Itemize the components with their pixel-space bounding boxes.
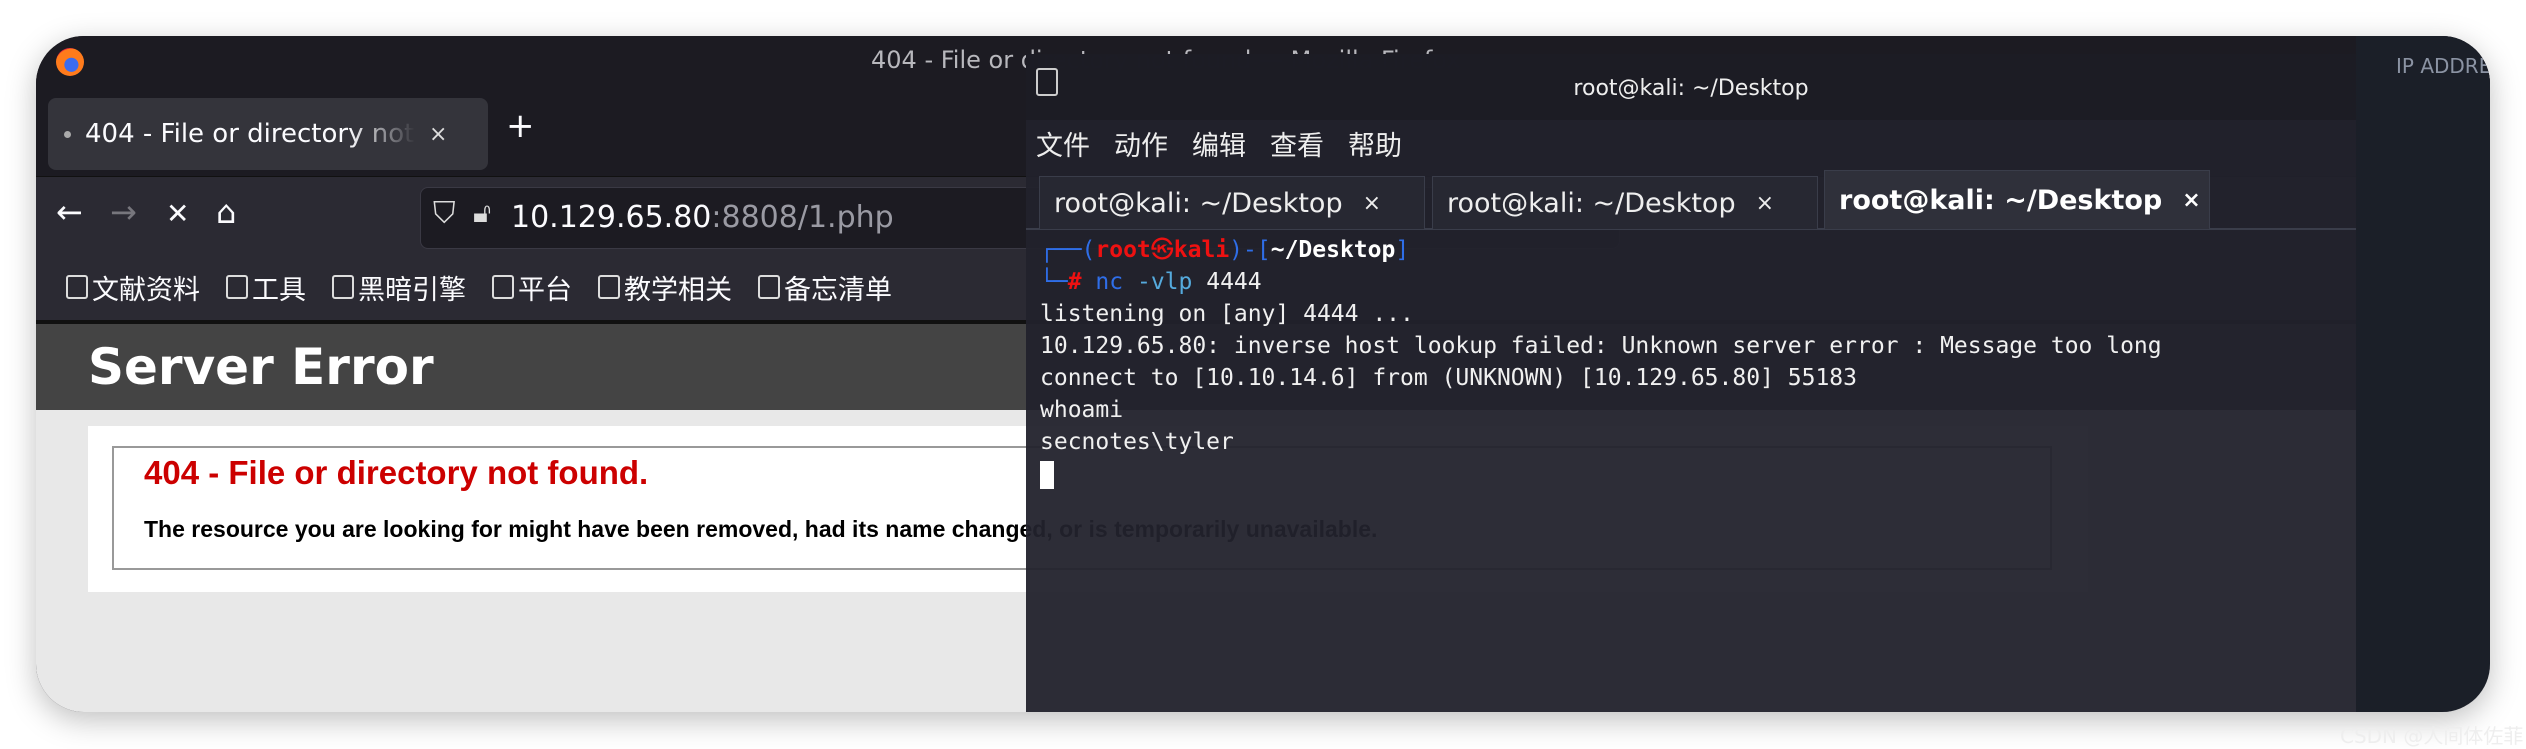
- bookmark-folder[interactable]: 平台: [492, 268, 572, 307]
- tab-label: root@kali: ~/Desktop: [1054, 187, 1343, 219]
- tab-label: root@kali: ~/Desktop: [1839, 184, 2163, 216]
- close-tab-icon[interactable]: ×: [1363, 191, 1381, 216]
- terminal-window: root@kali: ~/Desktop 文件 动作 编辑 查看 帮助 root…: [1026, 54, 2356, 712]
- firefox-logo-icon: [56, 48, 84, 76]
- folder-icon: [492, 275, 514, 299]
- url-text[interactable]: 10.129.65.80:8808/1.php: [511, 200, 894, 235]
- menu-file[interactable]: 文件: [1036, 124, 1090, 163]
- output-line: listening on [any] 4444 ...: [1040, 301, 1414, 327]
- bookmark-label: 工具: [252, 274, 306, 306]
- bookmark-label: 教学相关: [624, 274, 732, 306]
- desktop-window: 404 - File or directory not found — Mozi…: [36, 36, 2490, 712]
- close-tab-icon[interactable]: ×: [429, 122, 447, 147]
- page-title: Server Error: [88, 338, 434, 396]
- terminal-titlebar: root@kali: ~/Desktop: [1026, 54, 2356, 120]
- ip-address-label: IP ADDRES: [2396, 54, 2490, 78]
- bookmark-label: 黑暗引擎: [358, 274, 466, 306]
- back-icon[interactable]: ←: [56, 193, 83, 231]
- terminal-title: root@kali: ~/Desktop: [1573, 76, 1809, 101]
- prompt-symbol: #: [1067, 269, 1082, 295]
- error-title: 404 - File or directory not found.: [144, 454, 649, 491]
- tab-title: 404 - File or directory not found: [85, 119, 415, 149]
- bookmark-folder[interactable]: 工具: [226, 268, 306, 307]
- prompt-host: kali: [1173, 237, 1230, 263]
- stop-icon[interactable]: ✕: [166, 197, 189, 230]
- bookmark-folder[interactable]: 备忘清单: [758, 268, 892, 307]
- terminal-tab-2[interactable]: root@kali: ~/Desktop ×: [1432, 176, 1818, 230]
- shield-icon[interactable]: ⛉: [433, 196, 456, 231]
- output-line: whoami: [1040, 397, 1124, 423]
- folder-icon: [226, 275, 248, 299]
- terminal-tabs: root@kali: ~/Desktop × root@kali: ~/Deskt…: [1026, 168, 2356, 230]
- terminal-tab-1[interactable]: root@kali: ~/Desktop ×: [1039, 176, 1425, 230]
- folder-icon: [66, 275, 88, 299]
- forward-icon[interactable]: →: [110, 193, 137, 231]
- menu-actions[interactable]: 动作: [1114, 124, 1168, 163]
- prompt-line-2: └─# nc -vlp 4444: [1040, 269, 1262, 295]
- terminal-output[interactable]: ┌──(root㉿kali)-[~/Desktop] └─# nc -vlp 4…: [1040, 234, 2162, 490]
- new-tab-button[interactable]: +: [506, 106, 535, 146]
- bookmark-folder[interactable]: 文献资料: [66, 268, 200, 307]
- bookmark-folder[interactable]: 教学相关: [598, 268, 732, 307]
- bookmark-folder[interactable]: 黑暗引擎: [332, 268, 466, 307]
- output-line: 10.129.65.80: inverse host lookup failed…: [1040, 333, 2162, 359]
- url-path: :8808/1.php: [711, 200, 894, 235]
- menu-view[interactable]: 查看: [1270, 124, 1324, 163]
- prompt-line-1: ┌──(root㉿kali)-[~/Desktop]: [1040, 237, 1410, 263]
- command-port: 4444: [1206, 269, 1262, 295]
- close-tab-icon[interactable]: ×: [1756, 191, 1774, 216]
- prompt-path: ~/Desktop: [1270, 237, 1396, 263]
- bookmark-label: 平台: [518, 274, 572, 306]
- insecure-lock-icon[interactable]: 🔓︎: [473, 196, 491, 230]
- prompt-at: ㉿: [1150, 237, 1174, 263]
- terminal-menubar: 文件 动作 编辑 查看 帮助: [1036, 124, 1402, 163]
- terminal-tab-3[interactable]: root@kali: ~/Desktop ×: [1824, 170, 2210, 230]
- url-host: 10.129.65.80: [511, 200, 712, 235]
- browser-tab[interactable]: 404 - File or directory not found ×: [48, 98, 488, 170]
- folder-icon: [758, 275, 780, 299]
- close-tab-icon[interactable]: ×: [2182, 188, 2200, 213]
- bookmark-label: 备忘清单: [784, 274, 892, 306]
- output-line: connect to [10.10.14.6] from (UNKNOWN) […: [1040, 365, 1857, 391]
- menu-edit[interactable]: 编辑: [1192, 124, 1246, 163]
- command: nc: [1095, 269, 1124, 295]
- home-icon[interactable]: ⌂: [216, 193, 236, 231]
- folder-icon: [332, 275, 354, 299]
- terminal-cursor: [1040, 460, 1054, 489]
- prompt-user: root: [1095, 237, 1151, 263]
- loading-dot-icon: [64, 130, 71, 138]
- folder-icon: [598, 275, 620, 299]
- menu-help[interactable]: 帮助: [1348, 124, 1402, 163]
- tab-label: root@kali: ~/Desktop: [1447, 187, 1736, 219]
- watermark: CSDN @人间体佐菲: [2340, 724, 2524, 748]
- output-line: secnotes\tyler: [1040, 429, 1234, 455]
- bookmark-label: 文献资料: [92, 274, 200, 306]
- background-window: IP ADDRES: [2356, 36, 2490, 712]
- command-args: -vlp: [1136, 269, 1193, 295]
